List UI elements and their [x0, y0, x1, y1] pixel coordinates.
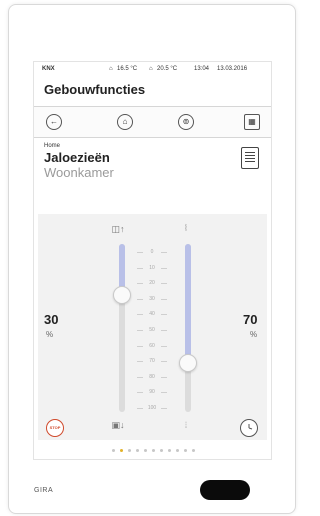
touch-screen: KNX ⌂ 16.5 °C ⌂ 20.5 °C 13:04 13.03.2016… [33, 61, 272, 460]
slat-closed-icon: ⦙ [184, 420, 188, 430]
page-dot[interactable] [120, 449, 123, 452]
scale-tick [137, 361, 143, 363]
clock-icon [248, 424, 253, 430]
status-time: 13:04 [194, 66, 210, 72]
page-title: Gebouwfuncties [44, 82, 146, 97]
blinds-control-panel: 30 % 70 % ◫↑ ⦚ 0 10 20 30 40 50 60 70 80 90 100 ▣↓… [38, 214, 267, 440]
status-bar: KNX ⌂ 16.5 °C ⌂ 20.5 °C 13:04 13.03.2016 [34, 62, 271, 76]
page-dot[interactable] [176, 449, 179, 452]
page-dot[interactable] [184, 449, 187, 452]
page-dot[interactable] [136, 449, 139, 452]
position-unit: % [46, 330, 54, 339]
scale-tick [161, 314, 167, 316]
blinds-up-icon: ◫↑ [111, 224, 125, 234]
scale-tick [161, 330, 167, 331]
slat-value: 70 [243, 312, 258, 327]
outdoor-temp-icon: ⌂ [149, 66, 153, 72]
slat-unit: % [250, 330, 258, 339]
page-dot[interactable] [192, 449, 195, 452]
home-button[interactable]: ⌂ [117, 114, 133, 130]
function-title: Jaloezieën [44, 150, 110, 165]
page-indicator [34, 447, 271, 455]
scale-tick [161, 252, 167, 253]
scale-tick [137, 376, 143, 378]
scale-tick [137, 392, 143, 394]
status-date: 13.03.2016 [217, 66, 248, 72]
scale-tick [137, 408, 143, 409]
page-dot[interactable] [152, 449, 155, 452]
slat-slider-fill [185, 244, 191, 362]
scale-tick [137, 298, 143, 300]
blinds-device-icon [241, 147, 259, 169]
scale-tick [137, 267, 143, 269]
back-arrow-icon: ← [50, 117, 58, 126]
position-slider-track[interactable] [119, 244, 125, 412]
room-title: Woonkamer [44, 165, 114, 180]
page-dot[interactable] [168, 449, 171, 452]
scale-tick [161, 283, 167, 285]
slat-slider-knob[interactable] [179, 353, 197, 372]
slat-slider-track[interactable] [185, 244, 191, 412]
overview-button[interactable]: ▦ [244, 114, 260, 130]
stop-button[interactable]: STOP [46, 419, 64, 437]
system-label: KNX [42, 66, 55, 72]
outdoor-temp: 20.5 °C [157, 66, 178, 72]
home-icon: ⌂ [122, 117, 128, 126]
scale-tick [137, 283, 143, 285]
page-dot[interactable] [128, 449, 131, 452]
page-dot[interactable] [160, 449, 163, 452]
blinds-down-icon: ▣↓ [111, 420, 125, 430]
position-slider-knob[interactable] [113, 286, 131, 305]
scale-tick [137, 252, 143, 253]
proximity-sensor [200, 480, 250, 500]
scale-tick [161, 408, 167, 409]
scale-tick [161, 345, 167, 347]
indoor-temp-icon: ⌂ [109, 66, 113, 72]
stop-label: STOP [49, 425, 61, 430]
slat-open-icon: ⦚ [185, 223, 187, 233]
favorite-icon: ⊚ [182, 117, 190, 126]
timer-button[interactable] [240, 419, 258, 437]
back-button[interactable]: ← [46, 114, 62, 130]
breadcrumb[interactable]: Home [44, 143, 60, 149]
favorites-button[interactable]: ⊚ [178, 114, 194, 130]
page-dot[interactable] [144, 449, 147, 452]
scale-tick [161, 298, 167, 300]
scale-tick [161, 392, 167, 394]
scale-tick [137, 314, 143, 316]
position-value: 30 [44, 312, 59, 327]
nav-bar: ← ⌂ ⊚ ▦ [34, 106, 271, 138]
scale-tick [161, 267, 167, 269]
page-dot[interactable] [112, 449, 115, 452]
scale-tick [137, 330, 143, 331]
brand-logo: GIRA [34, 487, 54, 494]
indoor-temp: 16.5 °C [117, 66, 138, 72]
scale-tick [161, 376, 167, 378]
scale-tick [137, 345, 143, 347]
grid-icon: ▦ [248, 117, 256, 126]
scale-tick [161, 361, 167, 363]
